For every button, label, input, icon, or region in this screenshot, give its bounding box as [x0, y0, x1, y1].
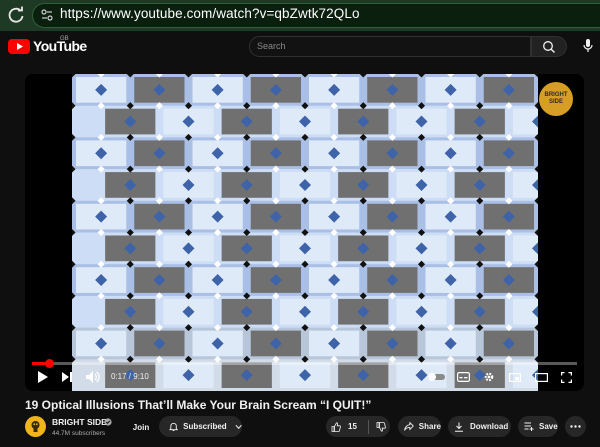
- bright-side-watermark: BRIGHT SIDE: [539, 82, 573, 116]
- search-input[interactable]: [257, 38, 517, 54]
- thumbs-up-icon: [331, 421, 341, 432]
- video-title: 19 Optical Illusions That’ll Make Your B…: [25, 398, 372, 412]
- lightbulb-icon: [31, 421, 40, 432]
- search-icon: [543, 41, 555, 53]
- subscriber-count: 44.7M subscribers: [52, 430, 106, 437]
- dislike-button[interactable]: [369, 416, 386, 437]
- progress-bar[interactable]: [32, 362, 577, 365]
- save-button[interactable]: Save: [518, 416, 558, 437]
- watermark-line-1: BRIGHT: [544, 92, 568, 98]
- subtitles-icon[interactable]: [457, 372, 470, 382]
- download-icon: [455, 422, 463, 432]
- watermark-line-2: SIDE: [548, 99, 563, 105]
- more-actions-button[interactable]: [565, 416, 586, 437]
- subscribed-label: Subscribed: [183, 422, 227, 431]
- like-dislike-group: 15: [326, 416, 390, 437]
- play-icon[interactable]: [37, 371, 48, 383]
- next-icon[interactable]: [62, 372, 72, 382]
- fullscreen-icon[interactable]: [561, 372, 572, 383]
- reload-icon[interactable]: [6, 5, 26, 25]
- settings-gear-icon[interactable]: [483, 371, 495, 383]
- url-text[interactable]: https://www.youtube.com/watch?v=qbZwtk72…: [60, 6, 360, 21]
- youtube-logo-icon[interactable]: [8, 39, 30, 54]
- microphone-icon[interactable]: [581, 37, 595, 55]
- share-label: Share: [418, 422, 441, 431]
- channel-avatar[interactable]: [25, 416, 46, 437]
- region-code: GB: [60, 36, 69, 42]
- save-label: Save: [539, 422, 558, 431]
- verified-badge-icon: [104, 418, 112, 426]
- share-button[interactable]: Share: [398, 416, 441, 437]
- theater-mode-icon[interactable]: [535, 373, 548, 382]
- volume-icon[interactable]: [86, 371, 100, 383]
- more-horizontal-icon: [570, 425, 581, 428]
- like-button[interactable]: 15: [326, 416, 357, 437]
- progress-scrubber[interactable]: [44, 359, 54, 368]
- share-arrow-icon: [404, 422, 414, 431]
- channel-name[interactable]: BRIGHT SIDE: [52, 417, 107, 427]
- subscribed-button[interactable]: Subscribed: [159, 416, 242, 437]
- chevron-down-icon: [235, 424, 242, 429]
- bell-icon: [169, 422, 179, 432]
- autoplay-toggle[interactable]: [428, 373, 445, 381]
- join-button[interactable]: Join: [126, 417, 156, 437]
- site-info-icon[interactable]: [40, 8, 54, 22]
- download-button[interactable]: Download: [448, 416, 511, 437]
- optical-illusion-frame[interactable]: [72, 74, 538, 391]
- thumbs-down-icon: [376, 421, 386, 432]
- download-label: Download: [470, 422, 509, 431]
- time-display: 0:17 / 9:10: [111, 372, 149, 381]
- search-button[interactable]: [531, 36, 567, 57]
- like-count: 15: [348, 422, 357, 431]
- save-playlist-icon: [524, 422, 534, 431]
- miniplayer-icon[interactable]: [509, 373, 521, 382]
